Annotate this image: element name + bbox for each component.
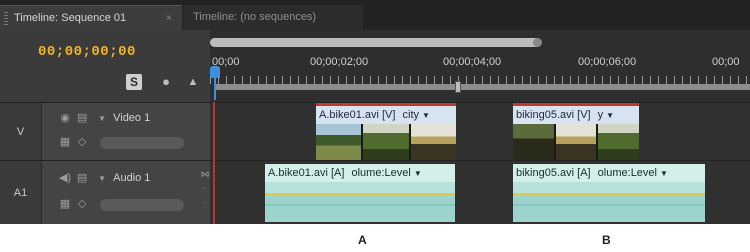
ruler-tick-label: 00;00;02;00 (310, 56, 369, 68)
track-header-audio-1[interactable]: A1 ◀) ▤ ▼ Audio 1 ▦ ◇ ⋈ · · (0, 160, 210, 224)
thumbnail (513, 124, 554, 160)
tab-no-sequences[interactable]: Timeline: (no sequences) (183, 5, 363, 30)
clip-name: biking05.avi [A] (516, 167, 591, 179)
ruler-tick-label: 00;00;04;00 (443, 56, 502, 68)
speaker-icon[interactable]: ◀) (58, 171, 72, 184)
thumbnail (555, 124, 597, 160)
timeline-header-controls: 00;00;00;00 S ● ▲ (0, 30, 210, 102)
thumbnail (410, 124, 456, 160)
tab-label: Timeline: (no sequences) (193, 11, 317, 23)
display-style-icon[interactable]: ▦ (58, 135, 72, 148)
time-ruler[interactable]: 00;00 00;00;02;00 00;00;04;00 00;00;06;0… (210, 30, 750, 102)
clip-title-bar: biking05.avi [A] olume:Level ▼ (513, 164, 705, 182)
track-target-a1[interactable]: A1 (0, 161, 42, 224)
track-display-controls: ▦ ◇ (58, 197, 89, 210)
audio-waveform (265, 182, 455, 222)
collapse-triangle-icon[interactable]: ▼ (98, 114, 106, 123)
tab-close-icon[interactable]: × (166, 6, 172, 31)
clip-title-bar: A.bike01.avi [V] city ▼ (316, 106, 456, 124)
thumbnail (598, 124, 639, 160)
sequence-start-marker (213, 102, 215, 224)
track-header-video-1[interactable]: V ◉ ▤ ▼ Video 1 ▦ ◇ (0, 102, 210, 160)
clip-effect: olume:Level (597, 167, 657, 179)
video-clip[interactable]: biking05.avi [V] y ▼ (513, 103, 639, 160)
sync-lock-icon[interactable]: ▤ (75, 111, 89, 124)
track-lane-video-1[interactable]: A.bike01.avi [V] city ▼ biking05.avi [V] … (210, 102, 750, 160)
dropdown-arrow-icon[interactable]: ▼ (422, 111, 430, 120)
tab-sequence-01[interactable]: Timeline: Sequence 01 × (0, 5, 182, 30)
audio-clip[interactable]: biking05.avi [A] olume:Level ▼ (513, 164, 705, 222)
track-controls: ◀) ▤ ▼ Audio 1 (58, 171, 150, 184)
audio-waveform (513, 182, 705, 222)
clip-thumbnails (316, 124, 456, 160)
audio-meter-marks: ⋈ · · (200, 169, 210, 207)
clip-name: A.bike01.avi [V] (319, 109, 396, 121)
clip-name: A.bike01.avi [A] (268, 167, 345, 179)
clip-effect: olume:Level (351, 167, 411, 179)
track-name: Audio 1 (113, 172, 151, 184)
ruler-tick-label: 00;00;06;00 (578, 56, 637, 68)
collapse-triangle-icon[interactable]: ▼ (98, 174, 106, 183)
sequence-marker-icon[interactable]: ▲ (185, 74, 201, 90)
dropdown-arrow-icon[interactable]: ▼ (660, 169, 668, 178)
zoom-scroll-bar[interactable] (210, 38, 540, 47)
display-style-icon[interactable]: ▦ (58, 197, 72, 210)
clip-effect: y (597, 109, 604, 121)
video-clip[interactable]: A.bike01.avi [V] city ▼ (316, 103, 456, 160)
ruler-ticks (210, 76, 750, 84)
playhead[interactable] (210, 66, 220, 100)
work-area-handle[interactable] (455, 81, 461, 93)
zoom-scroll-handle[interactable] (533, 38, 542, 47)
clip-thumbnails (513, 124, 639, 160)
track-name: Video 1 (113, 112, 151, 124)
keyframe-navigator[interactable] (100, 199, 184, 211)
sync-lock-icon[interactable]: ▤ (75, 171, 89, 184)
keyframe-icon[interactable]: ◇ (75, 197, 89, 210)
tab-label: Timeline: Sequence 01 (14, 12, 127, 24)
clip-name: biking05.avi [V] (516, 109, 591, 121)
dropdown-arrow-icon[interactable]: ▼ (606, 111, 614, 120)
tab-bar: Timeline: Sequence 01 × Timeline: (no se… (0, 0, 750, 30)
clip-title-bar: biking05.avi [V] y ▼ (513, 106, 639, 124)
thumbnail (363, 124, 409, 160)
audio-clip[interactable]: A.bike01.avi [A] olume:Level ▼ (265, 164, 455, 222)
tab-grip-icon[interactable] (4, 12, 8, 25)
callout-label-b: B (602, 233, 611, 247)
track-display-controls: ▦ ◇ (58, 135, 89, 148)
playhead-line (214, 66, 216, 100)
set-marker-icon[interactable]: ● (158, 74, 174, 90)
eye-icon[interactable]: ◉ (58, 111, 72, 124)
thumbnail (316, 124, 362, 160)
track-lane-audio-1[interactable]: A.bike01.avi [A] olume:Level ▼ biking05.a… (210, 160, 750, 224)
clip-effect: city (402, 109, 420, 121)
keyframe-icon[interactable]: ◇ (75, 135, 89, 148)
timeline-panel: Timeline: Sequence 01 × Timeline: (no se… (0, 0, 750, 224)
snap-toggle-button[interactable]: S (126, 74, 142, 90)
tracks-area: V ◉ ▤ ▼ Video 1 ▦ ◇ A1 ◀) ▤ ▼ Audio 1 ▦ (0, 102, 750, 224)
callout-label-a: A (358, 233, 367, 247)
ruler-tick-label: 00;00 (712, 56, 740, 68)
keyframe-navigator[interactable] (100, 137, 184, 149)
clip-title-bar: A.bike01.avi [A] olume:Level ▼ (265, 164, 455, 182)
track-controls: ◉ ▤ ▼ Video 1 (58, 111, 150, 124)
track-target-v[interactable]: V (0, 103, 42, 160)
current-timecode[interactable]: 00;00;00;00 (38, 44, 136, 60)
work-area-bar[interactable] (216, 84, 750, 90)
dropdown-arrow-icon[interactable]: ▼ (414, 169, 422, 178)
